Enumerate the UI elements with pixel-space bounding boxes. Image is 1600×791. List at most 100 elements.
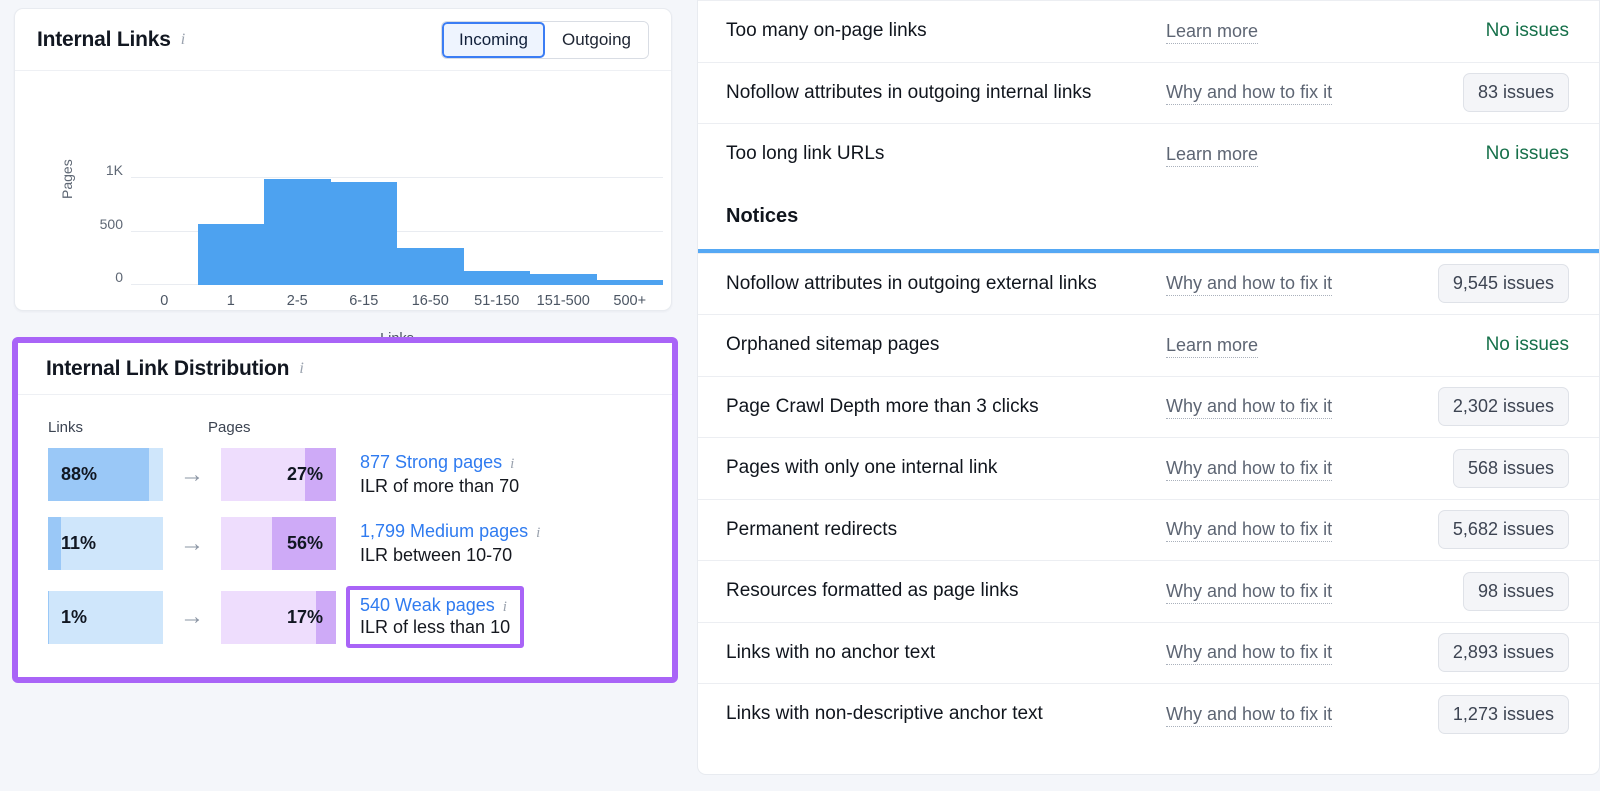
pages-percent-bar: 56% — [221, 517, 336, 570]
info-icon[interactable]: i — [510, 456, 514, 472]
distribution-title: Internal Link Distribution — [46, 356, 290, 380]
page-group-description: ILR of less than 10 — [360, 617, 511, 637]
issue-name: Links with no anchor text — [726, 641, 936, 663]
issue-row: Resources formatted as page links Why and… — [698, 560, 1599, 622]
chart-bar-slot — [197, 177, 264, 285]
no-issues-label: No issues — [1485, 143, 1569, 165]
issue-help-cell: Why and how to fix it — [1166, 580, 1396, 604]
chart-y-tick: 1K — [105, 162, 123, 178]
issue-help-link[interactable]: Why and how to fix it — [1166, 82, 1333, 106]
internal-links-card-header: Internal Links i Incoming Outgoing — [15, 9, 671, 71]
chart-x-tick: 500+ — [613, 293, 647, 309]
issue-help-cell: Learn more — [1166, 20, 1396, 44]
distribution-row: 11% → 56% 1,799 Medium pages i ILR between 10… — [48, 517, 672, 570]
issue-help-link[interactable]: Why and how to fix it — [1166, 457, 1333, 481]
page-group-label: 1,799 Medium pages — [360, 521, 529, 541]
no-issues-label: No issues — [1485, 20, 1569, 42]
page-group-link[interactable]: 540 Weak pages i — [360, 595, 510, 616]
links-percent-value: 11% — [61, 533, 97, 553]
chart-bar[interactable] — [596, 280, 663, 285]
info-icon[interactable]: i — [299, 360, 303, 378]
issue-count-cell: 2,893 issues — [1437, 633, 1569, 673]
left-column: Internal Links i Incoming Outgoing Pages… — [0, 0, 690, 791]
issue-help-cell: Learn more — [1166, 143, 1396, 167]
issue-help-link[interactable]: Learn more — [1166, 143, 1259, 167]
page-group-link[interactable]: 1,799 Medium pages i — [360, 521, 540, 542]
chart-bar[interactable] — [264, 179, 331, 285]
issue-help-link[interactable]: Why and how to fix it — [1166, 396, 1333, 420]
top-issue-rows: Too many on-page links Learn more No issue… — [698, 0, 1599, 185]
internal-links-card: Internal Links i Incoming Outgoing Pages… — [14, 8, 672, 347]
issue-count-badge[interactable]: 83 issues — [1462, 73, 1569, 113]
page-group-link[interactable]: 877 Strong pages i — [360, 452, 519, 473]
pages-percent-value: 27% — [286, 464, 323, 484]
issues-panel: Too many on-page links Learn more No issue… — [697, 0, 1600, 775]
tab-incoming[interactable]: Incoming — [442, 21, 545, 58]
page-group-label: 540 Weak pages — [360, 595, 495, 615]
issue-count-badge[interactable]: 98 issues — [1462, 571, 1569, 611]
issue-help-cell: Why and how to fix it — [1166, 703, 1396, 727]
issue-help-link[interactable]: Why and how to fix it — [1166, 273, 1333, 297]
issue-count-cell: No issues — [1486, 143, 1569, 165]
chart-bar[interactable] — [330, 181, 397, 285]
issue-count-badge[interactable]: 5,682 issues — [1437, 510, 1569, 550]
issue-row: Orphaned sitemap pages Learn more No issue… — [698, 314, 1599, 376]
page-group-label: 877 Strong pages — [360, 452, 503, 472]
issue-count-cell: 568 issues — [1452, 448, 1569, 488]
issue-name: Too many on-page links — [726, 20, 927, 42]
chart-y-tick: 500 — [99, 216, 123, 232]
issue-row: Too long link URLs Learn more No issues — [698, 123, 1599, 185]
issue-help-link[interactable]: Why and how to fix it — [1166, 703, 1333, 727]
page-group: 1,799 Medium pages i ILR between 10-70 — [360, 521, 540, 566]
pages-percent-bar: 17% — [221, 590, 336, 644]
chart-bar[interactable] — [530, 274, 597, 285]
issue-help-link[interactable]: Learn more — [1166, 334, 1259, 358]
issue-row: Links with no anchor text Why and how to … — [698, 621, 1599, 684]
issue-count-cell: 83 issues — [1462, 73, 1569, 113]
issue-help-cell: Learn more — [1166, 334, 1396, 358]
issue-help-cell: Why and how to fix it — [1166, 82, 1396, 106]
issue-row: Pages with only one internal link Why and… — [698, 437, 1599, 499]
no-issues-label: No issues — [1485, 334, 1569, 356]
issue-name: Links with non-descriptive anchor text — [726, 703, 1043, 725]
issue-count-cell: 1,273 issues — [1437, 694, 1569, 734]
chart-x-tick: 6-15 — [349, 293, 379, 309]
issue-help-link[interactable]: Why and how to fix it — [1166, 580, 1333, 604]
distribution-column-headers: Links Pages — [48, 419, 672, 436]
chart-bar-slot — [330, 177, 397, 285]
chart-bar-slot — [264, 177, 331, 285]
arrow-right-icon: → — [180, 460, 204, 488]
links-percent-bar: 88% — [48, 448, 163, 501]
chart-plot-area — [131, 177, 663, 285]
chart-bar-slot — [131, 177, 198, 285]
distribution-row: 1% → 17% 540 Weak pages i ILR of less than 10 — [48, 586, 672, 648]
issue-count-badge[interactable]: 1,273 issues — [1437, 694, 1569, 734]
issue-row: Nofollow attributes in outgoing internal… — [698, 61, 1599, 124]
incoming-outgoing-toggle[interactable]: Incoming Outgoing — [441, 20, 649, 59]
issue-name: Page Crawl Depth more than 3 clicks — [726, 395, 1039, 417]
info-icon[interactable]: i — [503, 599, 507, 615]
chart-bar[interactable] — [197, 224, 264, 285]
issue-help-cell: Why and how to fix it — [1166, 457, 1396, 481]
issue-count-cell: No issues — [1486, 20, 1569, 42]
chart-bar-slot — [397, 177, 464, 285]
chart-bar-slot — [596, 177, 663, 285]
issue-count-badge[interactable]: 2,302 issues — [1437, 387, 1569, 427]
chart-bar[interactable] — [397, 248, 464, 285]
issue-help-link[interactable]: Why and how to fix it — [1166, 642, 1333, 666]
chart-bar[interactable] — [463, 271, 530, 285]
tab-outgoing[interactable]: Outgoing — [545, 21, 648, 58]
info-icon[interactable]: i — [181, 31, 185, 49]
links-percent-value: 88% — [61, 464, 98, 484]
info-icon[interactable]: i — [536, 525, 540, 541]
issue-help-link[interactable]: Learn more — [1166, 20, 1259, 44]
internal-link-distribution-card: Internal Link Distribution i Links Pages… — [12, 337, 678, 683]
issue-help-link[interactable]: Why and how to fix it — [1166, 519, 1333, 543]
issue-count-badge[interactable]: 9,545 issues — [1437, 264, 1569, 304]
distribution-rows: 88% → 27% 877 Strong pages i ILR of more than… — [48, 448, 672, 648]
issue-count-badge[interactable]: 568 issues — [1452, 448, 1569, 488]
issue-count-badge[interactable]: 2,893 issues — [1437, 633, 1569, 673]
issue-name: Permanent redirects — [726, 518, 898, 540]
issue-count-cell: 98 issues — [1462, 571, 1569, 611]
pages-percent-bar: 27% — [221, 448, 336, 501]
